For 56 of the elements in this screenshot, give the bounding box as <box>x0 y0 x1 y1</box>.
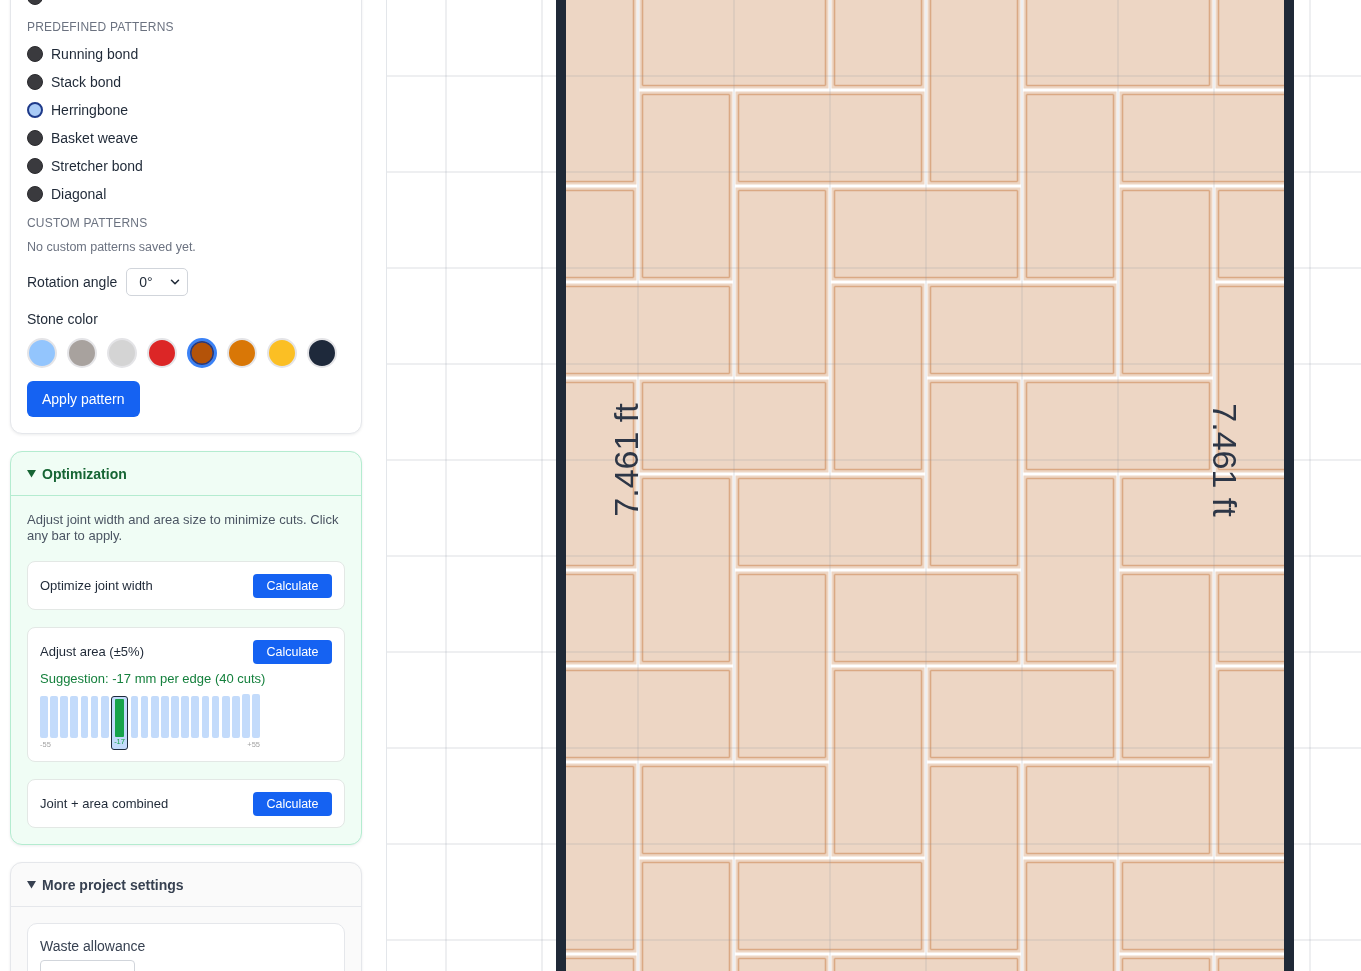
pattern-label: Herringbone <box>51 101 129 119</box>
area-bar[interactable] <box>161 696 169 738</box>
area-bar[interactable] <box>90 696 99 738</box>
radio-button[interactable] <box>27 46 43 62</box>
area-bar[interactable] <box>130 696 139 738</box>
rotation-select[interactable]: 0° <box>126 268 189 296</box>
apply-pattern-button[interactable]: Apply pattern <box>27 381 140 417</box>
radio-button[interactable] <box>27 74 43 90</box>
area-bar[interactable] <box>100 696 109 738</box>
radio-button[interactable] <box>27 102 43 118</box>
radio-button[interactable] <box>27 158 43 174</box>
radio-button[interactable] <box>27 186 43 202</box>
radio-button[interactable] <box>27 130 43 146</box>
floor-tile <box>1215 955 1285 971</box>
section-description: Adjust joint width and area size to minimize cuts. Click any bar to apply. <box>27 512 340 544</box>
area-bar[interactable] <box>252 694 260 738</box>
area-bar[interactable] <box>60 696 68 738</box>
bar-fill <box>115 699 125 737</box>
section-toggle[interactable]: More project settings <box>11 863 361 907</box>
pattern-label: Running bond <box>51 45 139 63</box>
area-bar[interactable] <box>150 696 159 738</box>
area-bar[interactable] <box>242 694 250 738</box>
area-bar[interactable] <box>232 696 240 738</box>
calculate-button[interactable]: Calculate <box>253 640 332 664</box>
area-bar[interactable] <box>181 696 189 738</box>
suggestion-text: Suggestion: -17 mm per edge (40 cuts) <box>40 672 266 686</box>
section-heading: PREDEFINED PATTERNS <box>27 20 174 34</box>
pattern-label: Diagonal <box>51 185 107 203</box>
field-label: Waste allowance <box>40 937 146 956</box>
pattern-label: Basket weave <box>51 129 139 147</box>
area-bar[interactable] <box>140 696 149 738</box>
area-bar[interactable] <box>201 696 210 738</box>
pattern-label: Stretcher bond <box>51 157 143 175</box>
area-bar[interactable] <box>221 696 230 738</box>
dimension-label: 7.461 ft <box>607 403 645 517</box>
pattern-label: Stack bond <box>51 73 122 91</box>
area-bar[interactable] <box>191 696 200 738</box>
area-bar[interactable] <box>171 696 179 738</box>
area-bar[interactable] <box>50 696 58 738</box>
rotation-label: Rotation angle <box>27 273 118 292</box>
color-swatch-icon[interactable] <box>187 338 217 368</box>
section-toggle[interactable]: Optimization <box>11 452 361 496</box>
area-bar[interactable] <box>70 696 79 738</box>
dimension-label: 7.461 ft <box>1206 403 1244 517</box>
empty-note: No custom patterns saved yet. <box>27 239 196 255</box>
tool-label: Joint + area combined <box>40 796 169 812</box>
area-bar[interactable] <box>80 696 89 738</box>
tool-label: Optimize joint width <box>40 578 153 594</box>
tool-label: Adjust area (±5%) <box>40 644 144 660</box>
area-bar[interactable] <box>211 696 220 738</box>
area-bar[interactable] <box>40 696 48 738</box>
floor-tile <box>565 955 637 971</box>
calculate-button[interactable]: Calculate <box>253 792 332 816</box>
stone-color-label: Stone color <box>27 310 98 329</box>
calculate-button[interactable]: Calculate <box>253 574 332 598</box>
section-heading: CUSTOM PATTERNS <box>27 216 148 230</box>
